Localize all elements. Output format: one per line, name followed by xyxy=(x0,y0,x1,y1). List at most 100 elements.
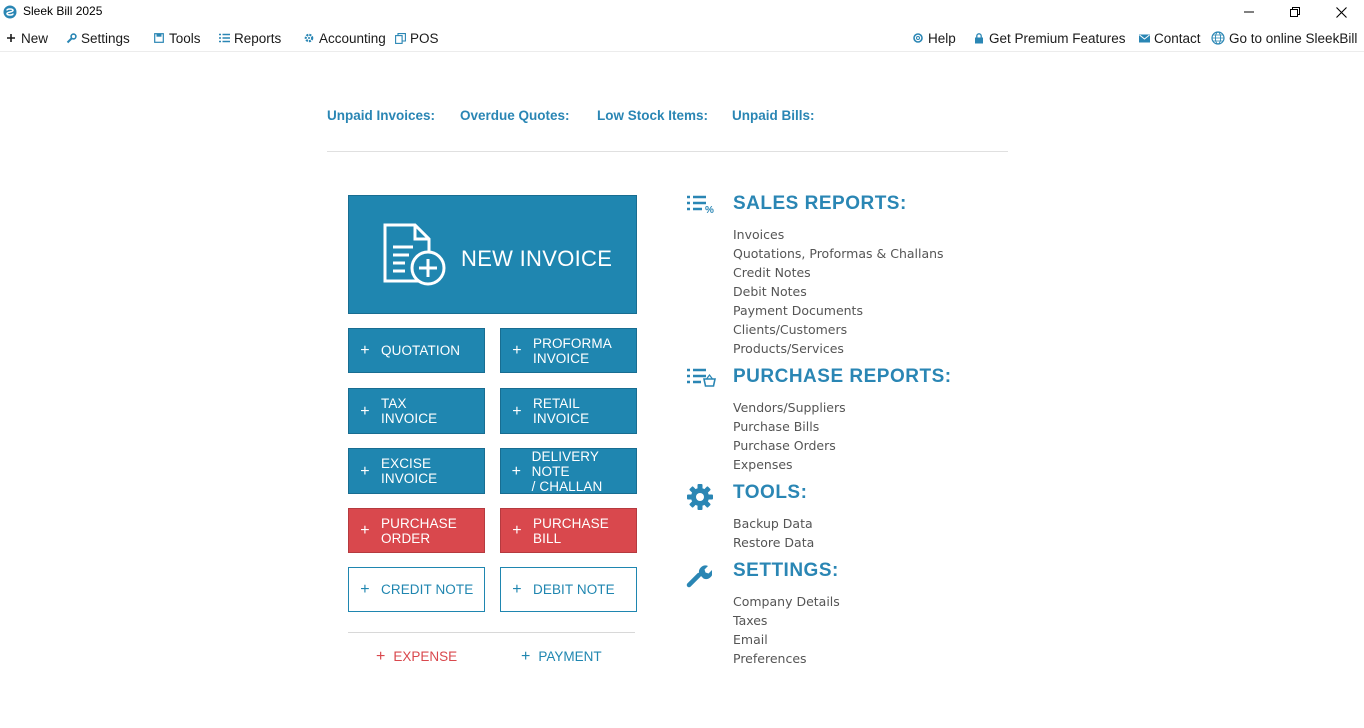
menu-tools-label: Tools xyxy=(169,30,201,46)
divider xyxy=(348,632,635,633)
label-line-1: TAX xyxy=(381,396,407,411)
divider xyxy=(327,151,1008,152)
window-title: Sleek Bill 2025 xyxy=(23,4,103,18)
menu-new-label: New xyxy=(21,30,49,46)
preferences-link[interactable]: Preferences xyxy=(733,651,807,666)
close-button[interactable] xyxy=(1318,0,1364,24)
payment-button[interactable]: + PAYMENT xyxy=(521,648,602,666)
close-icon xyxy=(1335,6,1347,18)
unpaid-invoices-link[interactable]: Unpaid Invoices: xyxy=(327,108,435,123)
report-expenses[interactable]: Expenses xyxy=(733,457,793,472)
label-line-2: INVOICE xyxy=(533,411,590,426)
purchase-order-label: PURCHASE ORDER xyxy=(381,516,457,546)
sales-report-icon: % xyxy=(686,195,716,219)
backup-data-link[interactable]: Backup Data xyxy=(733,516,813,531)
label-line-1: PURCHASE xyxy=(381,515,457,531)
menu-premium[interactable]: Get Premium Features xyxy=(973,28,1126,48)
label-line-1: RETAIL xyxy=(533,396,580,411)
purchase-report-icon xyxy=(686,368,716,392)
excise-invoice-button[interactable]: + EXCISE INVOICE xyxy=(348,448,485,494)
report-debit-notes[interactable]: Debit Notes xyxy=(733,284,807,299)
retail-invoice-button[interactable]: + RETAIL INVOICE xyxy=(500,388,637,434)
label-line-2: BILL xyxy=(533,530,562,546)
debit-note-button[interactable]: + DEBIT NOTE xyxy=(500,567,637,612)
low-stock-link[interactable]: Low Stock Items: xyxy=(597,108,708,123)
menu-contact-label: Contact xyxy=(1154,30,1201,46)
sleekbill-logo-icon xyxy=(3,4,17,19)
email-link[interactable]: Email xyxy=(733,632,768,647)
menu-settings[interactable]: Settings xyxy=(65,28,130,48)
menu-help[interactable]: Help xyxy=(912,28,956,48)
report-invoices[interactable]: Invoices xyxy=(733,227,784,242)
menu-new[interactable]: New xyxy=(5,28,48,48)
credit-note-button[interactable]: + CREDIT NOTE xyxy=(348,567,485,612)
company-details-link[interactable]: Company Details xyxy=(733,594,840,609)
copy-icon xyxy=(394,32,406,44)
tools-heading: TOOLS: xyxy=(733,482,808,503)
menu-pos[interactable]: POS xyxy=(394,28,439,48)
report-payment-documents[interactable]: Payment Documents xyxy=(733,303,863,318)
plus-icon: + xyxy=(376,648,386,665)
settings-heading: SETTINGS: xyxy=(733,560,839,581)
debit-note-label: DEBIT NOTE xyxy=(533,582,615,597)
label-line-2: INVOICE xyxy=(533,350,590,366)
menu-tools[interactable]: Tools xyxy=(153,28,201,48)
menu-contact[interactable]: Contact xyxy=(1138,28,1201,48)
plus-icon: + xyxy=(360,342,370,359)
menu-settings-label: Settings xyxy=(81,30,130,46)
report-clients[interactable]: Clients/Customers xyxy=(733,322,847,337)
menu-accounting[interactable]: Accounting xyxy=(303,28,386,48)
plus-icon: + xyxy=(360,402,370,420)
report-purchase-orders[interactable]: Purchase Orders xyxy=(733,438,836,453)
label-line-1: PROFORMA xyxy=(533,335,612,351)
new-invoice-button[interactable]: NEW INVOICE xyxy=(348,195,637,314)
menu-reports[interactable]: Reports xyxy=(218,28,281,48)
proforma-invoice-label: PROFORMA INVOICE xyxy=(533,336,612,366)
plus-icon: + xyxy=(512,342,522,359)
excise-invoice-label: EXCISE INVOICE xyxy=(381,456,437,486)
lifebuoy-icon xyxy=(912,32,924,44)
expense-label: EXPENSE xyxy=(393,649,458,664)
purchase-bill-button[interactable]: + PURCHASE BILL xyxy=(500,508,637,553)
report-credit-notes[interactable]: Credit Notes xyxy=(733,265,811,280)
label-line-1: DELIVERY NOTE xyxy=(531,448,599,479)
expense-button[interactable]: + EXPENSE xyxy=(376,648,457,666)
quotation-label: QUOTATION xyxy=(381,343,461,358)
menu-pos-label: POS xyxy=(410,30,439,46)
label-line-2: ORDER xyxy=(381,530,431,546)
quotation-button[interactable]: + QUOTATION xyxy=(348,328,485,373)
label-line-1: PURCHASE xyxy=(533,515,609,531)
report-quotations[interactable]: Quotations, Proformas & Challans xyxy=(733,246,944,261)
proforma-invoice-button[interactable]: + PROFORMA INVOICE xyxy=(500,328,637,373)
taxes-link[interactable]: Taxes xyxy=(733,613,767,628)
restore-data-link[interactable]: Restore Data xyxy=(733,535,814,550)
new-invoice-label: NEW INVOICE xyxy=(461,246,613,271)
delivery-note-button[interactable]: + DELIVERY NOTE / CHALLAN xyxy=(500,448,637,494)
menu-help-label: Help xyxy=(928,30,956,46)
label-line-2: INVOICE xyxy=(381,411,438,426)
envelope-icon xyxy=(1138,32,1150,44)
plus-icon: + xyxy=(360,581,370,598)
report-purchase-bills[interactable]: Purchase Bills xyxy=(733,419,819,434)
plus-icon xyxy=(5,32,17,44)
plus-icon: + xyxy=(512,402,522,420)
payment-label: PAYMENT xyxy=(538,649,602,664)
plus-icon: + xyxy=(360,462,370,480)
restore-button[interactable] xyxy=(1272,0,1318,24)
minimize-button[interactable] xyxy=(1226,0,1272,24)
unpaid-bills-link[interactable]: Unpaid Bills: xyxy=(732,108,815,123)
label-line-1: EXCISE xyxy=(381,456,432,471)
report-products[interactable]: Products/Services xyxy=(733,341,844,356)
wrench-icon xyxy=(65,32,77,44)
report-vendors[interactable]: Vendors/Suppliers xyxy=(733,400,846,415)
retail-invoice-label: RETAIL INVOICE xyxy=(533,396,589,426)
purchase-order-button[interactable]: + PURCHASE ORDER xyxy=(348,508,485,553)
menu-online[interactable]: Go to online SleekBill xyxy=(1210,28,1357,48)
restore-icon xyxy=(1290,7,1300,17)
overdue-quotes-link[interactable]: Overdue Quotes: xyxy=(460,108,570,123)
svg-text:%: % xyxy=(705,205,714,215)
delivery-note-label: DELIVERY NOTE / CHALLAN xyxy=(532,449,636,494)
menu-accounting-label: Accounting xyxy=(319,30,386,46)
wrench-icon xyxy=(686,562,713,592)
tax-invoice-button[interactable]: + TAX INVOICE xyxy=(348,388,485,434)
